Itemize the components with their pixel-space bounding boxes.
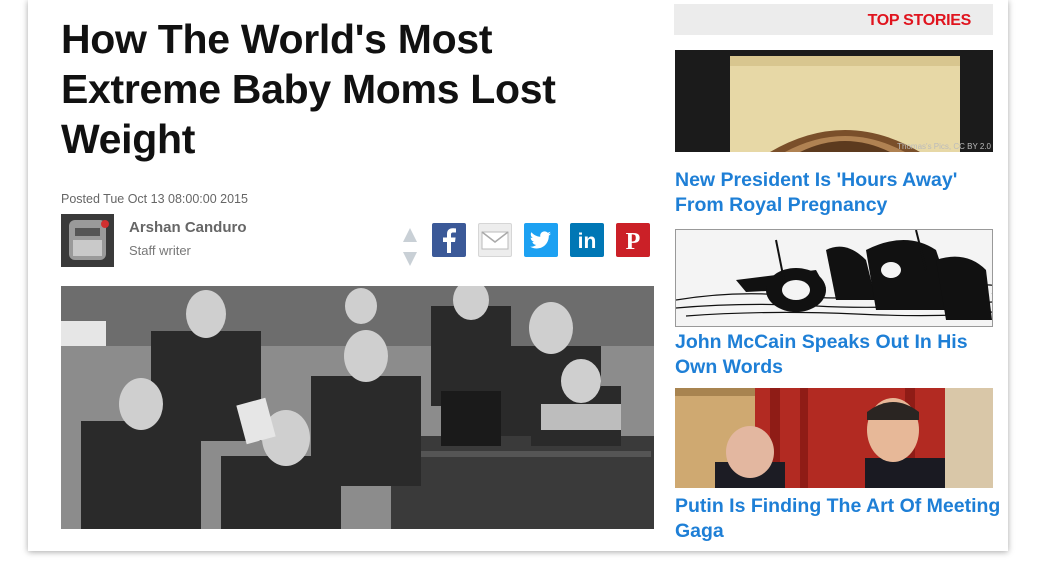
article-headline[interactable]: How The World's Most Extreme Baby Moms L… — [61, 14, 641, 164]
story-2-title[interactable]: John McCain Speaks Out In His Own Words — [675, 330, 1005, 380]
twitter-share-button[interactable] — [524, 223, 558, 257]
downvote-icon — [403, 252, 417, 266]
twitter-icon — [530, 231, 551, 249]
story-2-image[interactable] — [675, 229, 993, 327]
story-3-image[interactable] — [675, 388, 993, 488]
svg-text:in: in — [578, 230, 597, 253]
story-1-title[interactable]: New President Is 'Hours Away' From Royal… — [675, 168, 1005, 218]
linkedin-icon: in — [578, 230, 597, 253]
facebook-icon — [443, 228, 456, 253]
facebook-share-button[interactable] — [432, 223, 466, 257]
pinterest-share-button[interactable]: P — [616, 223, 650, 257]
top-stories-header: TOP STORIES — [674, 4, 993, 35]
story-1-image[interactable]: Thomas's Pics, CC BY 2.0 — [675, 50, 993, 152]
mail-icon — [481, 231, 509, 250]
email-share-button[interactable] — [478, 223, 512, 257]
author-role: Staff writer — [129, 243, 191, 258]
top-stories-label: TOP STORIES — [867, 12, 972, 29]
story-1-photo-credit: Thomas's Pics, CC BY 2.0 — [897, 142, 991, 151]
author-name[interactable]: Arshan Canduro — [129, 219, 247, 236]
vote-control — [400, 226, 420, 270]
article-main-photo — [61, 286, 654, 529]
linkedin-share-button[interactable]: in — [570, 223, 604, 257]
author-avatar[interactable] — [61, 214, 114, 267]
upvote-icon — [403, 228, 417, 242]
posted-date: Posted Tue Oct 13 08:00:00 2015 — [61, 192, 248, 206]
pinterest-icon: P — [626, 229, 641, 255]
svg-text:P: P — [626, 229, 641, 255]
story-3-title[interactable]: Putin Is Finding The Art Of Meeting Gaga — [675, 494, 1005, 544]
